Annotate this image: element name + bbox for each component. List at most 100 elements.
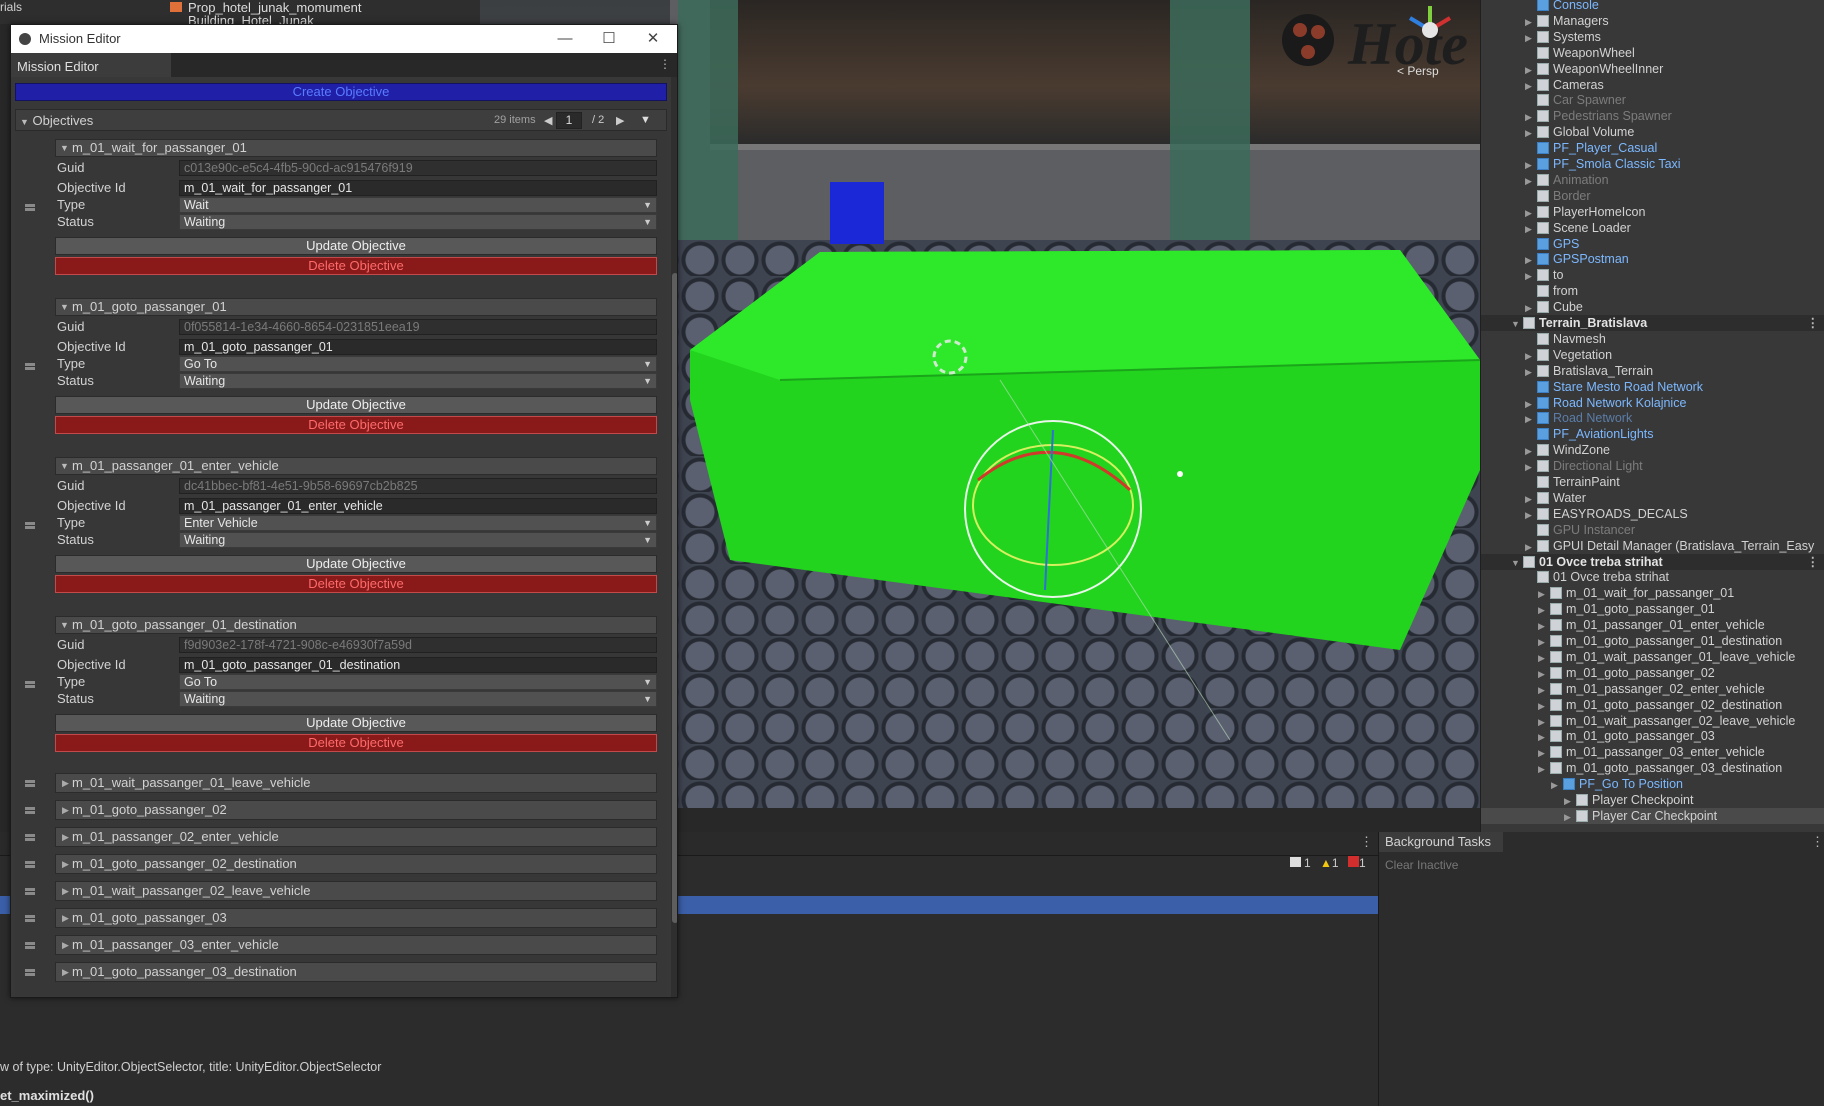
hierarchy-row[interactable]: from (1481, 283, 1824, 299)
expand-arrow-icon[interactable]: ▶ (1538, 602, 1550, 618)
expand-arrow-icon[interactable]: ▶ (1525, 221, 1537, 237)
maximize-icon[interactable]: ☐ (587, 25, 631, 53)
objective-foldout-collapsed[interactable]: ▶ m_01_wait_passanger_02_leave_vehicle (55, 881, 657, 901)
hierarchy-row[interactable]: ▶ m_01_passanger_02_enter_vehicle (1481, 681, 1824, 697)
hierarchy-row[interactable]: ▶ m_01_wait_passanger_01_leave_vehicle (1481, 649, 1824, 665)
minimize-icon[interactable]: — (543, 25, 587, 53)
hierarchy-row[interactable]: Navmesh (1481, 331, 1824, 347)
status-dropdown[interactable]: Waiting (179, 373, 657, 389)
delete-objective-button[interactable]: Delete Objective (55, 416, 657, 434)
objective-foldout-collapsed[interactable]: ▶ m_01_goto_passanger_03_destination (55, 962, 657, 982)
hierarchy-row[interactable]: GPU Instancer (1481, 522, 1824, 538)
drag-handle-icon[interactable]: ▬ ▬ (25, 518, 41, 532)
hierarchy-row[interactable]: ▶ EASYROADS_DECALS (1481, 506, 1824, 522)
update-objective-button[interactable]: Update Objective (55, 237, 657, 255)
hierarchy-row[interactable]: Stare Mesto Road Network (1481, 379, 1824, 395)
hierarchy-row[interactable]: PF_AviationLights (1481, 426, 1824, 442)
expand-arrow-icon[interactable]: ▶ (1538, 650, 1550, 666)
expand-arrow-icon[interactable]: ▶ (1525, 205, 1537, 221)
hierarchy-scene-row[interactable]: ▼ 01 Ovce treba strihat ⋮ (1481, 553, 1824, 571)
create-objective-button[interactable]: Create Objective (15, 83, 667, 101)
hierarchy-row[interactable]: ▶ Pedestrians Spawner (1481, 108, 1824, 124)
hierarchy-row[interactable]: ▶ Vegetation (1481, 347, 1824, 363)
hierarchy-row[interactable]: WeaponWheel (1481, 45, 1824, 61)
hierarchy-row[interactable]: ▶ Cube (1481, 299, 1824, 315)
expand-arrow-icon[interactable]: ▶ (1525, 443, 1537, 459)
expand-arrow-icon[interactable]: ▶ (1538, 729, 1550, 745)
hierarchy-row[interactable]: ▶ to (1481, 267, 1824, 283)
expand-arrow-icon[interactable]: ▶ (1525, 252, 1537, 268)
hierarchy-row[interactable]: ▶ m_01_goto_passanger_02_destination (1481, 697, 1824, 713)
hierarchy-row[interactable]: ▶ Cameras (1481, 77, 1824, 93)
expand-arrow-icon[interactable]: ▶ (1538, 761, 1550, 777)
expand-arrow-icon[interactable]: ▶ (1564, 809, 1576, 825)
hierarchy-row[interactable]: ▶ WeaponWheelInner (1481, 61, 1824, 77)
drag-handle-icon[interactable]: ▬ ▬ (25, 677, 41, 691)
console-kebab-icon[interactable]: ⋮ (1360, 834, 1373, 850)
hierarchy-row[interactable]: ▶ Road Network (1481, 410, 1824, 426)
objective-foldout-collapsed[interactable]: ▶ m_01_passanger_03_enter_vehicle (55, 935, 657, 955)
expand-arrow-icon[interactable]: ▶ (1525, 14, 1537, 30)
hierarchy-row[interactable]: ▶ m_01_goto_passanger_03 (1481, 728, 1824, 744)
objective-foldout-collapsed[interactable]: ▶ m_01_goto_passanger_03 (55, 908, 657, 928)
hierarchy-row[interactable]: Border (1481, 188, 1824, 204)
hierarchy-row[interactable]: PF_Player_Casual (1481, 140, 1824, 156)
hierarchy-row[interactable]: ▶ Global Volume (1481, 124, 1824, 140)
hierarchy-row[interactable]: ▶ m_01_passanger_01_enter_vehicle (1481, 617, 1824, 633)
expand-arrow-icon[interactable]: ▶ (1551, 777, 1563, 793)
drag-handle-icon[interactable]: ▬ ▬ (25, 830, 41, 844)
expand-arrow-icon[interactable]: ▶ (1525, 411, 1537, 427)
background-tasks-tab[interactable]: Background Tasks (1379, 832, 1503, 852)
page-number-input[interactable]: 1 (556, 112, 582, 129)
hierarchy-row[interactable]: ▶ m_01_goto_passanger_01 (1481, 601, 1824, 617)
expand-arrow-icon[interactable]: ▶ (1525, 459, 1537, 475)
hierarchy-row[interactable]: ▶ Managers (1481, 13, 1824, 29)
hierarchy-row[interactable]: ▶ GPUI Detail Manager (Bratislava_Terrain… (1481, 538, 1824, 554)
expand-arrow-icon[interactable]: ▶ (1538, 586, 1550, 602)
clear-inactive-button[interactable]: Clear Inactive (1385, 858, 1458, 872)
scrollbar-thumb[interactable] (672, 273, 677, 923)
delete-objective-button[interactable]: Delete Objective (55, 734, 657, 752)
expand-arrow-icon[interactable]: ▼ (1511, 316, 1523, 332)
drag-handle-icon[interactable]: ▬ ▬ (25, 884, 41, 898)
page-menu-icon[interactable]: ▼ (640, 114, 651, 126)
objective-foldout[interactable]: ▼ m_01_goto_passanger_01 (55, 298, 657, 316)
hierarchy-row[interactable]: ▶ Player Car Checkpoint (1481, 807, 1824, 825)
expand-arrow-icon[interactable]: ▶ (1525, 348, 1537, 364)
objective-id-field[interactable]: m_01_passanger_01_enter_vehicle (179, 498, 657, 514)
expand-arrow-icon[interactable]: ▶ (1564, 793, 1576, 809)
expand-arrow-icon[interactable]: ▶ (1525, 78, 1537, 94)
scene-kebab-icon[interactable]: ⋮ (1807, 554, 1820, 570)
expand-arrow-icon[interactable]: ▼ (1511, 555, 1523, 571)
expand-arrow-icon[interactable]: ▶ (1525, 109, 1537, 125)
hierarchy-row[interactable]: ▶ PlayerHomeIcon (1481, 204, 1824, 220)
scene-kebab-icon[interactable]: ⋮ (1807, 315, 1820, 331)
expand-arrow-icon[interactable]: ▶ (1538, 666, 1550, 682)
tab-mission-editor[interactable]: Mission Editor (11, 53, 171, 77)
expand-arrow-icon[interactable]: ▶ (1525, 30, 1537, 46)
expand-arrow-icon[interactable]: ▶ (1525, 62, 1537, 78)
objective-foldout-collapsed[interactable]: ▶ m_01_passanger_02_enter_vehicle (55, 827, 657, 847)
objective-id-field[interactable]: m_01_wait_for_passanger_01 (179, 180, 657, 196)
hierarchy-row[interactable]: ▶ Animation (1481, 172, 1824, 188)
objective-foldout[interactable]: ▼ m_01_wait_for_passanger_01 (55, 139, 657, 157)
expand-arrow-icon[interactable]: ▶ (1525, 539, 1537, 555)
expand-arrow-icon[interactable]: ▶ (1538, 698, 1550, 714)
drag-handle-icon[interactable]: ▬ ▬ (25, 803, 41, 817)
objective-foldout-collapsed[interactable]: ▶ m_01_goto_passanger_02 (55, 800, 657, 820)
hierarchy-row[interactable]: ▶ m_01_goto_passanger_01_destination (1481, 633, 1824, 649)
hierarchy-row[interactable]: ▶ Systems (1481, 29, 1824, 45)
window-titlebar[interactable]: Mission Editor — ☐ ✕ (11, 25, 677, 53)
objective-id-field[interactable]: m_01_goto_passanger_01_destination (179, 657, 657, 673)
prev-page-icon[interactable]: ◀ (544, 114, 552, 127)
expand-arrow-icon[interactable]: ▶ (1525, 125, 1537, 141)
drag-handle-icon[interactable]: ▬ ▬ (25, 359, 41, 373)
hierarchy-row[interactable]: ▶ Player Checkpoint (1481, 792, 1824, 808)
hierarchy-row[interactable]: ▶ Directional Light (1481, 458, 1824, 474)
hierarchy-row[interactable]: ▶ Water (1481, 490, 1824, 506)
hierarchy-row[interactable]: GPS (1481, 236, 1824, 252)
type-dropdown[interactable]: Wait (179, 197, 657, 213)
hierarchy-row[interactable]: ▶ m_01_goto_passanger_03_destination (1481, 760, 1824, 776)
expand-arrow-icon[interactable]: ▶ (1525, 507, 1537, 523)
hierarchy-row[interactable]: ▶ PF_Go To Position (1481, 776, 1824, 792)
